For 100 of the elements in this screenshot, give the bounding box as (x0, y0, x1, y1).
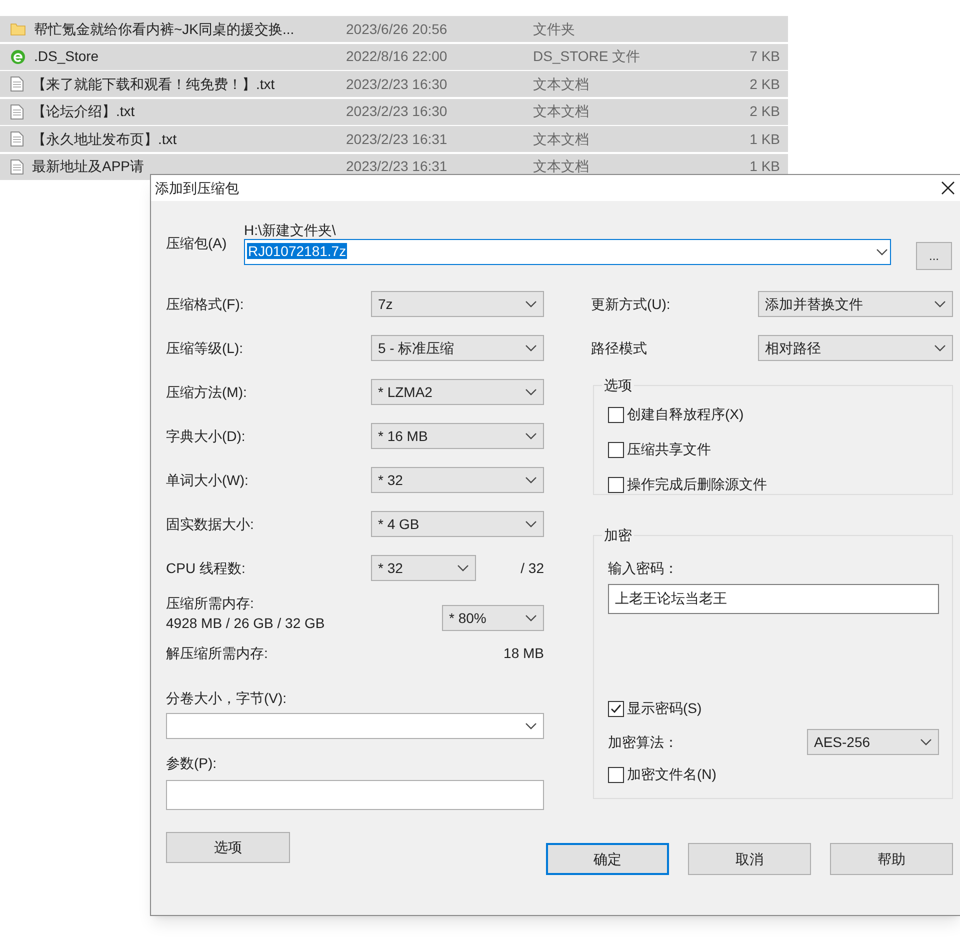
modified-date: 2023/2/23 16:30 (345, 74, 448, 94)
dropdown[interactable]: 5 - 标准压缩 (371, 335, 544, 361)
field-label: 路径模式 (591, 338, 647, 358)
password-field[interactable]: 上老王论坛当老王 (608, 584, 939, 614)
file-row[interactable]: 帮忙氪金就给你看内裤~JK同桌的援交换... 2023/6/26 20:56 文件夹 (0, 16, 788, 42)
checkbox-label: 显示密码(S) (627, 699, 702, 718)
document-icon (10, 158, 24, 174)
file-row[interactable]: 【论坛介绍】.txt 2023/2/23 16:30 文本文档 2 KB (0, 98, 788, 124)
checkbox[interactable] (608, 700, 624, 716)
memory-usage: 4928 MB / 26 GB / 32 GB (166, 614, 325, 633)
folder-path: H:\新建文件夹\ (244, 221, 337, 239)
chevron-down-icon (934, 344, 946, 352)
file-name: 【论坛介绍】.txt (32, 102, 135, 121)
file-type: 文本文档 (532, 74, 590, 94)
browse-button[interactable]: ... (916, 242, 952, 270)
file-size: 7 KB (750, 47, 780, 66)
window-title: 添加到压缩包 (155, 178, 239, 198)
field-label: 参数(P): (166, 754, 218, 772)
checkbox[interactable] (608, 766, 624, 782)
parameters-field[interactable] (166, 780, 544, 810)
close-icon[interactable] (941, 181, 955, 195)
chevron-down-icon (920, 738, 932, 746)
file-row[interactable]: 【来了就能下载和观看！纯免费！】.txt 2023/2/23 16:30 文本文档 2 KB (0, 71, 788, 97)
checkbox[interactable] (608, 442, 624, 458)
modified-date: 2022/8/16 22:00 (345, 47, 448, 66)
field-label: 更新方式(U): (591, 294, 670, 314)
dropdown[interactable]: * 4 GB (371, 511, 544, 537)
file-name: .DS_Store (34, 47, 99, 66)
field-label: 压缩格式(F): (166, 294, 244, 314)
file-type: 文本文档 (532, 102, 590, 121)
field-label: 加密算法： (608, 732, 678, 752)
field-label: 压缩方法(M): (166, 382, 247, 402)
field-label: 字典大小(D): (166, 426, 246, 446)
archive-name: RJ01072181.7z (247, 243, 348, 259)
file-row[interactable]: .DS_Store 2022/8/16 22:00 DS_STORE 文件 7 KB (0, 44, 788, 70)
dropdown[interactable]: * 32 (371, 467, 544, 493)
file-name: 【来了就能下载和观看！纯免费！】.txt (32, 74, 275, 94)
field-label: 固实数据大小: (166, 514, 254, 534)
chevron-down-icon (876, 248, 888, 256)
field-label: 解压缩所需内存: (166, 644, 268, 663)
chevron-down-icon (525, 476, 537, 484)
dropdown[interactable]: * 80% (442, 605, 544, 631)
chevron-down-icon (525, 300, 537, 308)
document-icon (10, 104, 24, 120)
checkbox-label: 操作完成后删除源文件 (627, 475, 767, 494)
checkmark-icon (610, 702, 622, 714)
chevron-down-icon (525, 344, 537, 352)
file-name: 最新地址及APP请 (32, 157, 144, 176)
modified-date: 2023/2/23 16:31 (345, 130, 448, 148)
file-row[interactable]: 【永久地址发布页】.txt 2023/2/23 16:31 文本文档 1 KB (0, 126, 788, 152)
dropdown[interactable]: 添加并替换文件 (758, 291, 953, 317)
checkbox[interactable] (608, 476, 624, 492)
dropdown[interactable]: 相对路径 (758, 335, 953, 361)
checkbox-label: 加密文件名(N) (627, 765, 716, 784)
document-icon (10, 76, 24, 92)
file-size: 2 KB (750, 102, 780, 121)
field-label: 分卷大小，字节(V): (166, 689, 288, 707)
file-type: 文本文档 (532, 130, 590, 148)
archive-name-field[interactable]: RJ01072181.7z (244, 239, 891, 265)
field-label: 压缩所需内存: (166, 594, 255, 613)
field-label: 输入密码： (608, 559, 679, 578)
file-type: 文本文档 (532, 157, 590, 176)
field-label: CPU 线程数: (166, 558, 246, 578)
modified-date: 2023/2/23 16:30 (345, 102, 448, 121)
dialog-button[interactable]: 帮助 (830, 843, 953, 875)
checkbox[interactable] (608, 406, 624, 422)
globe-icon (10, 48, 26, 64)
chevron-down-icon (525, 614, 537, 622)
file-size: 1 KB (750, 157, 780, 176)
chevron-down-icon (525, 722, 537, 730)
chevron-down-icon (525, 432, 537, 440)
dialog-button[interactable]: 取消 (688, 843, 811, 875)
dropdown[interactable]: * 16 MB (371, 423, 544, 449)
chevron-down-icon (525, 388, 537, 396)
checkbox-label: 创建自释放程序(X) (627, 405, 744, 424)
dropdown[interactable]: * 32 (371, 555, 476, 581)
thread-count: / 32 (520, 558, 544, 578)
dialog-button[interactable]: 确定 (546, 843, 669, 875)
chevron-down-icon (457, 564, 469, 572)
field-label: 压缩包(A) (166, 234, 228, 253)
modified-date: 2023/2/23 16:31 (345, 157, 448, 176)
dropdown[interactable]: AES-256 (807, 729, 939, 755)
file-name: 帮忙氪金就给你看内裤~JK同桌的援交换... (34, 20, 294, 38)
dropdown[interactable]: * LZMA2 (371, 379, 544, 405)
file-type: 文件夹 (532, 20, 576, 38)
file-size: 1 KB (750, 130, 780, 148)
chevron-down-icon (525, 520, 537, 528)
file-size: 2 KB (750, 74, 780, 94)
file-name: 【永久地址发布页】.txt (32, 130, 177, 148)
memory-value: 18 MB (504, 644, 544, 663)
file-type: DS_STORE 文件 (532, 47, 642, 66)
options-button[interactable]: 选项 (166, 832, 290, 863)
dropdown[interactable]: 7z (371, 291, 544, 317)
field-label: 单词大小(W): (166, 470, 248, 490)
folder-icon (10, 21, 26, 37)
chevron-down-icon (934, 300, 946, 308)
document-icon (10, 131, 24, 147)
field-label: 压缩等级(L): (166, 338, 243, 358)
modified-date: 2023/6/26 20:56 (345, 20, 448, 38)
checkbox-label: 压缩共享文件 (627, 440, 711, 459)
